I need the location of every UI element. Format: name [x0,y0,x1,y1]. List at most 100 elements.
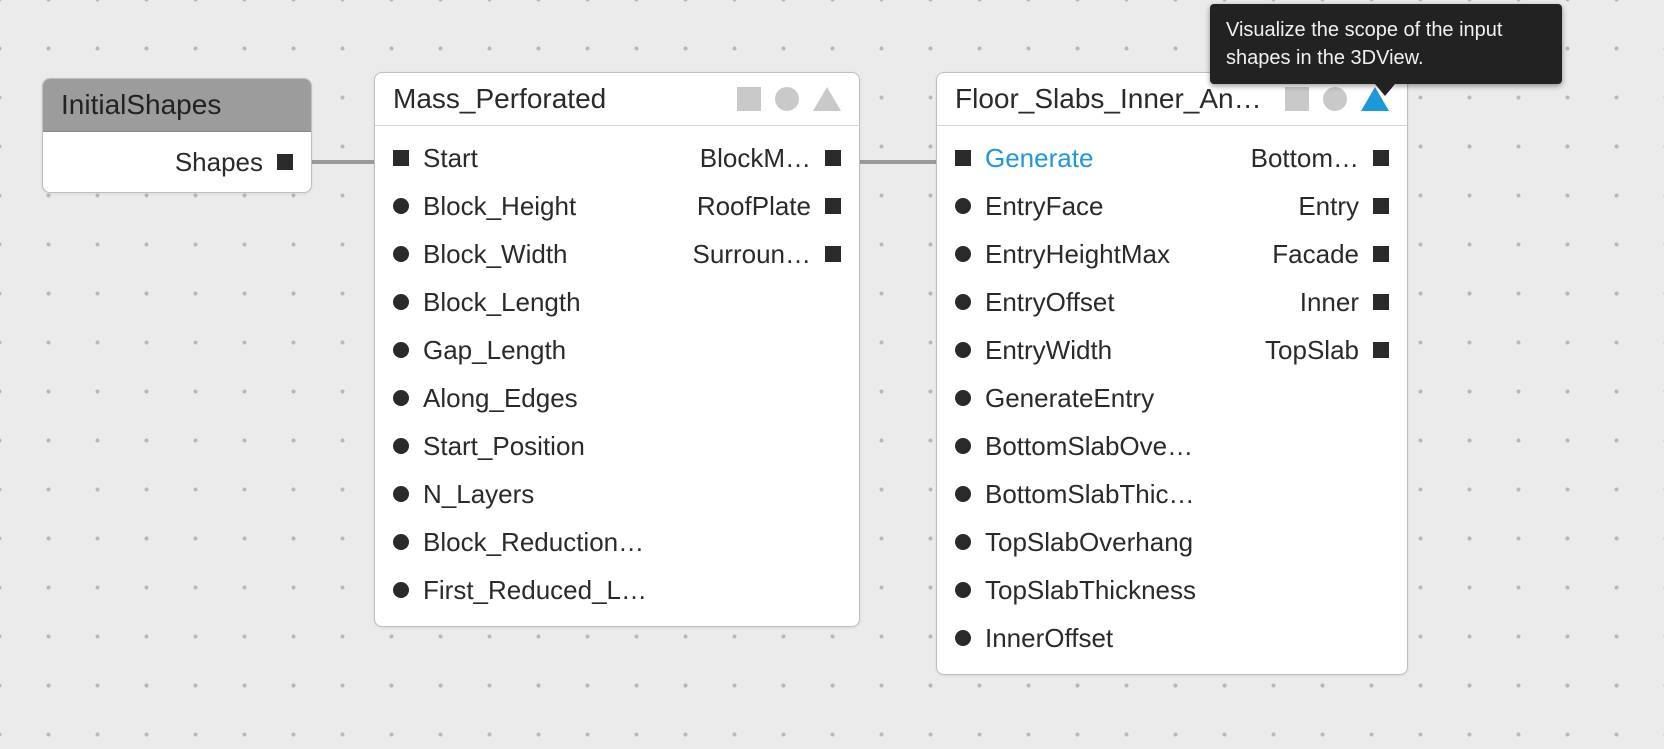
input-port[interactable]: BottomSlabThic… [937,470,1241,518]
output-pin[interactable] [1373,150,1389,166]
input-label: EntryHeightMax [985,239,1170,270]
viz-square-icon[interactable] [1285,87,1309,111]
output-pin[interactable] [1373,198,1389,214]
input-label: Block_Height [423,191,576,222]
input-label: First_Reduced_L… [423,575,647,606]
input-pin[interactable] [393,390,409,406]
input-pin[interactable] [955,246,971,262]
input-pin[interactable] [955,438,971,454]
viz-triangle-icon[interactable] [813,87,841,111]
input-port[interactable]: TopSlabOverhang [937,518,1241,566]
input-label: Along_Edges [423,383,578,414]
input-port[interactable]: EntryFace [937,182,1241,230]
node-body: Start Block_Height Block_Width Block_Len… [375,126,859,626]
input-label: N_Layers [423,479,534,510]
input-port[interactable]: Block_Height [375,182,683,230]
output-label: TopSlab [1265,335,1359,366]
output-label: Inner [1300,287,1359,318]
output-label: Facade [1272,239,1359,270]
input-port[interactable]: Block_Reduction… [375,518,683,566]
input-label: EntryOffset [985,287,1115,318]
input-label: InnerOffset [985,623,1113,654]
input-port[interactable]: Along_Edges [375,374,683,422]
input-port[interactable]: Start_Position [375,422,683,470]
input-pin[interactable] [955,342,971,358]
input-pin[interactable] [955,630,971,646]
output-port-pin[interactable] [277,154,293,170]
input-label: Gap_Length [423,335,566,366]
output-pin[interactable] [1373,342,1389,358]
output-port[interactable]: TopSlab [1241,326,1407,374]
node-body: Generate EntryFace EntryHeightMax EntryO… [937,126,1407,674]
output-port[interactable]: BlockM… [683,134,860,182]
input-pin[interactable] [955,534,971,550]
input-label: TopSlabOverhang [985,527,1193,558]
input-port[interactable]: Start [375,134,683,182]
node-floor-slabs[interactable]: Floor_Slabs_Inner_And_… Generate EntryFa… [936,72,1408,675]
output-port[interactable]: Inner [1241,278,1407,326]
node-header[interactable]: Mass_Perforated [375,73,859,126]
node-body: Shapes [43,132,311,192]
input-port[interactable]: Gap_Length [375,326,683,374]
viz-circle-icon[interactable] [775,87,799,111]
output-pin[interactable] [825,246,841,262]
node-mass-perforated[interactable]: Mass_Perforated Start Block_Height Block… [374,72,860,627]
output-port[interactable]: Bottom… [1241,134,1407,182]
input-pin[interactable] [955,150,971,166]
tooltip-text: Visualize the scope of the input shapes … [1226,19,1502,69]
node-title: Mass_Perforated [393,83,725,115]
input-port[interactable]: EntryWidth [937,326,1241,374]
input-pin[interactable] [393,246,409,262]
output-label: Surroun… [693,239,812,270]
input-port[interactable]: N_Layers [375,470,683,518]
input-pin[interactable] [955,582,971,598]
output-port[interactable]: RoofPlate [683,182,860,230]
input-label: BottomSlabThic… [985,479,1195,510]
input-pin[interactable] [393,438,409,454]
output-pin[interactable] [825,150,841,166]
input-pin[interactable] [393,198,409,214]
node-initial-shapes[interactable]: InitialShapes Shapes [42,78,312,193]
input-port[interactable]: EntryHeightMax [937,230,1241,278]
input-port[interactable]: Block_Width [375,230,683,278]
input-label: Block_Length [423,287,581,318]
input-port[interactable]: Generate [937,134,1241,182]
input-port[interactable]: BottomSlabOve… [937,422,1241,470]
input-pin[interactable] [955,198,971,214]
output-pin[interactable] [1373,294,1389,310]
input-label: Block_Reduction… [423,527,644,558]
input-pin[interactable] [393,150,409,166]
input-pin[interactable] [955,486,971,502]
input-pin[interactable] [955,390,971,406]
input-port[interactable]: Block_Length [375,278,683,326]
input-pin[interactable] [393,486,409,502]
output-pin[interactable] [825,198,841,214]
output-port[interactable]: Entry [1241,182,1407,230]
output-port[interactable]: Surroun… [683,230,860,278]
input-port[interactable]: TopSlabThickness [937,566,1241,614]
viz-circle-icon[interactable] [1323,87,1347,111]
input-port[interactable]: GenerateEntry [937,374,1241,422]
input-pin[interactable] [393,582,409,598]
input-pin[interactable] [393,294,409,310]
output-port[interactable]: Facade [1241,230,1407,278]
input-label: GenerateEntry [985,383,1154,414]
input-pin[interactable] [955,294,971,310]
input-label: EntryWidth [985,335,1112,366]
output-pin[interactable] [1373,246,1389,262]
viz-square-icon[interactable] [737,87,761,111]
node-header[interactable]: InitialShapes [43,79,311,132]
input-pin[interactable] [393,534,409,550]
input-port[interactable]: EntryOffset [937,278,1241,326]
input-label: Start [423,143,478,174]
input-label: TopSlabThickness [985,575,1196,606]
input-port[interactable]: InnerOffset [937,614,1241,662]
output-label: Entry [1298,191,1359,222]
input-label: Start_Position [423,431,585,462]
output-label: RoofPlate [697,191,811,222]
input-label: BottomSlabOve… [985,431,1193,462]
output-label: BlockM… [700,143,811,174]
tooltip: Visualize the scope of the input shapes … [1210,4,1562,84]
input-pin[interactable] [393,342,409,358]
input-port[interactable]: First_Reduced_L… [375,566,683,614]
